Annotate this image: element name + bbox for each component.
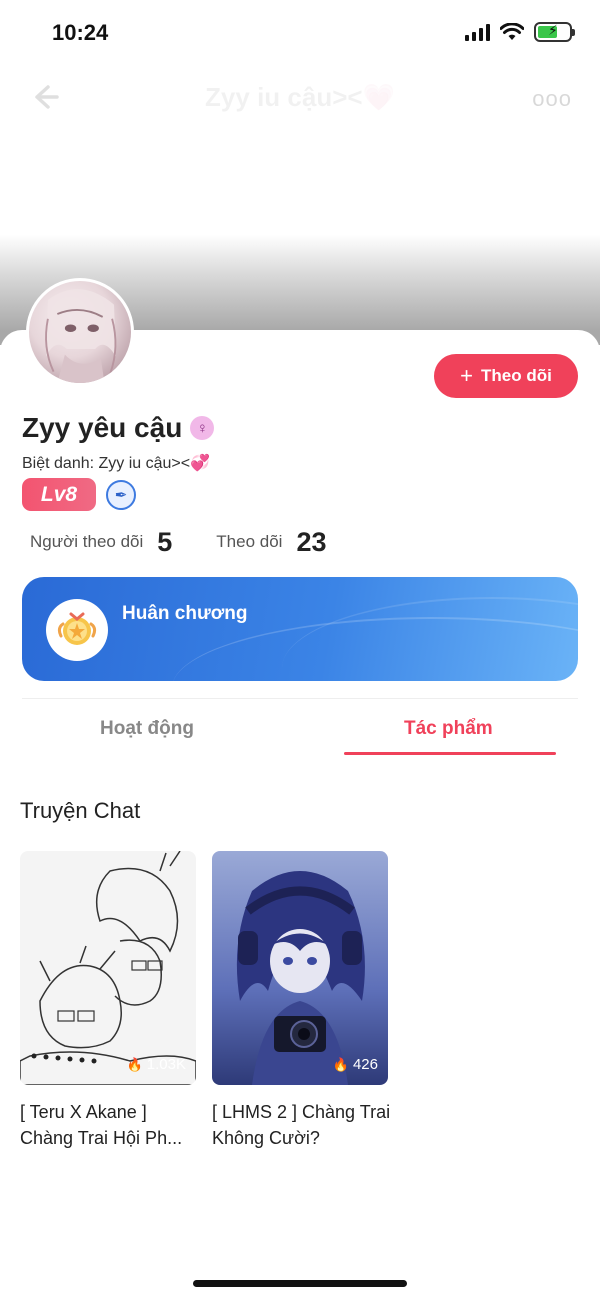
following-count[interactable]: 23 xyxy=(296,527,326,558)
name-row: Zyy yêu cậu ♀ xyxy=(22,412,215,444)
flame-icon: 🔥 xyxy=(126,1056,143,1072)
signal-icon xyxy=(465,23,490,41)
home-indicator xyxy=(193,1280,407,1287)
status-bar: 10:24 ⚡ xyxy=(0,0,600,66)
avatar-image xyxy=(45,289,117,383)
status-icons: ⚡ xyxy=(465,22,575,42)
nav-title: Zyy iu cậu><💗 xyxy=(205,82,395,112)
followers-count[interactable]: 5 xyxy=(157,527,172,558)
flame-icon: 🔥 xyxy=(332,1056,349,1072)
section-title: Truyện Chat xyxy=(20,798,141,823)
level-badge[interactable]: Lv8 xyxy=(22,478,96,511)
story-cover-image xyxy=(20,851,196,1085)
username: Zyy yêu cậu xyxy=(22,412,183,443)
more-options-icon[interactable]: ooo xyxy=(532,86,572,112)
medal-title: Huân chương xyxy=(122,603,248,624)
story-card[interactable]: 🔥 426 [ LHMS 2 ] Chàng Trai Không Cười? xyxy=(212,851,390,1151)
active-tab-indicator xyxy=(344,752,556,755)
plus-icon: + xyxy=(460,363,474,388)
top-nav: Zyy iu cậu><💗 ooo xyxy=(0,70,600,122)
pen-nib-badge-icon[interactable]: ✒ xyxy=(106,479,136,510)
story-title[interactable]: [ Teru X Akane ] Chàng Trai Hội Ph... xyxy=(20,1099,200,1151)
battery-icon: ⚡ xyxy=(534,22,575,42)
story-card[interactable]: 🔥 1.03K [ Teru X Akane ] Chàng Trai Hội … xyxy=(20,851,196,1151)
view-count: 🔥 1.03K xyxy=(127,1056,186,1073)
followers-label[interactable]: Người theo dõi xyxy=(30,532,143,552)
view-count-value: 1.03K xyxy=(146,1056,186,1073)
story-cover[interactable]: 🔥 1.03K xyxy=(20,851,196,1085)
story-cover-image xyxy=(212,851,388,1085)
nickname: Biệt danh: Zyy iu cậu><💞 xyxy=(22,453,210,473)
tab-activity[interactable]: Hoạt động xyxy=(100,718,194,740)
female-icon: ♀ xyxy=(190,416,215,440)
medal-icon xyxy=(46,599,108,661)
story-cover[interactable]: 🔥 426 xyxy=(212,851,388,1085)
follow-button[interactable]: + Theo dõi xyxy=(434,354,578,398)
profile-tabs: Hoạt động Tác phẩm xyxy=(0,708,600,758)
follow-button-label: Theo dõi xyxy=(481,366,552,385)
story-title[interactable]: [ LHMS 2 ] Chàng Trai Không Cười? xyxy=(212,1099,392,1151)
heart-gem-icon: 💞 xyxy=(190,455,211,472)
medal-card[interactable]: Huân chương xyxy=(22,577,578,681)
tab-works[interactable]: Tác phẩm xyxy=(404,718,493,740)
status-time: 10:24 xyxy=(52,20,109,45)
avatar[interactable] xyxy=(26,278,134,386)
divider xyxy=(22,698,578,699)
stats-row: Người theo dõi 5 Theo dõi 23 xyxy=(30,522,327,562)
view-count: 🔥 426 xyxy=(333,1056,378,1073)
wifi-icon xyxy=(500,23,524,40)
badges-row: Lv8 ✒ xyxy=(22,478,136,511)
view-count-value: 426 xyxy=(352,1056,378,1073)
following-label[interactable]: Theo dõi xyxy=(216,532,282,552)
nickname-text: Biệt danh: Zyy iu cậu>< xyxy=(22,455,191,472)
